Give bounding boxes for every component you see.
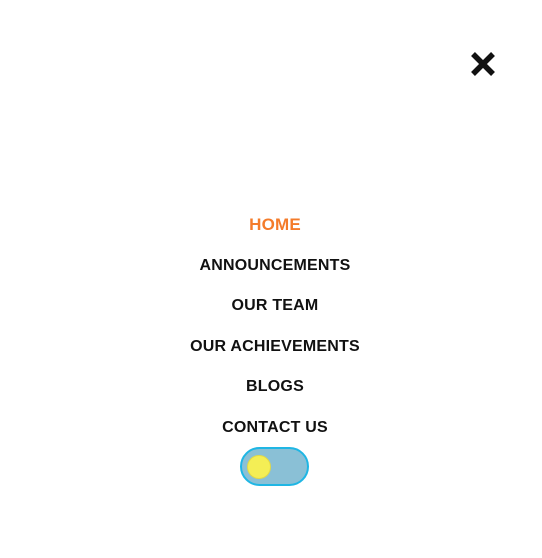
nav-item-our-achievements[interactable]: OUR ACHIEVEMENTS [0, 328, 542, 369]
nav-item-announcements[interactable]: ANNOUNCEMENTS [0, 247, 542, 288]
sun-icon [247, 455, 271, 479]
nav-menu: HOME ANNOUNCEMENTS OUR TEAM OUR ACHIEVEM… [0, 206, 542, 450]
close-button[interactable] [467, 48, 499, 80]
nav-item-contact-us[interactable]: CONTACT US [0, 409, 542, 450]
close-icon [471, 52, 495, 76]
nav-item-our-team[interactable]: OUR TEAM [0, 287, 542, 328]
mobile-menu-overlay: HOME ANNOUNCEMENTS OUR TEAM OUR ACHIEVEM… [0, 0, 542, 558]
nav-item-blogs[interactable]: BLOGS [0, 368, 542, 409]
nav-item-home[interactable]: HOME [0, 206, 542, 247]
theme-toggle[interactable] [240, 447, 309, 486]
